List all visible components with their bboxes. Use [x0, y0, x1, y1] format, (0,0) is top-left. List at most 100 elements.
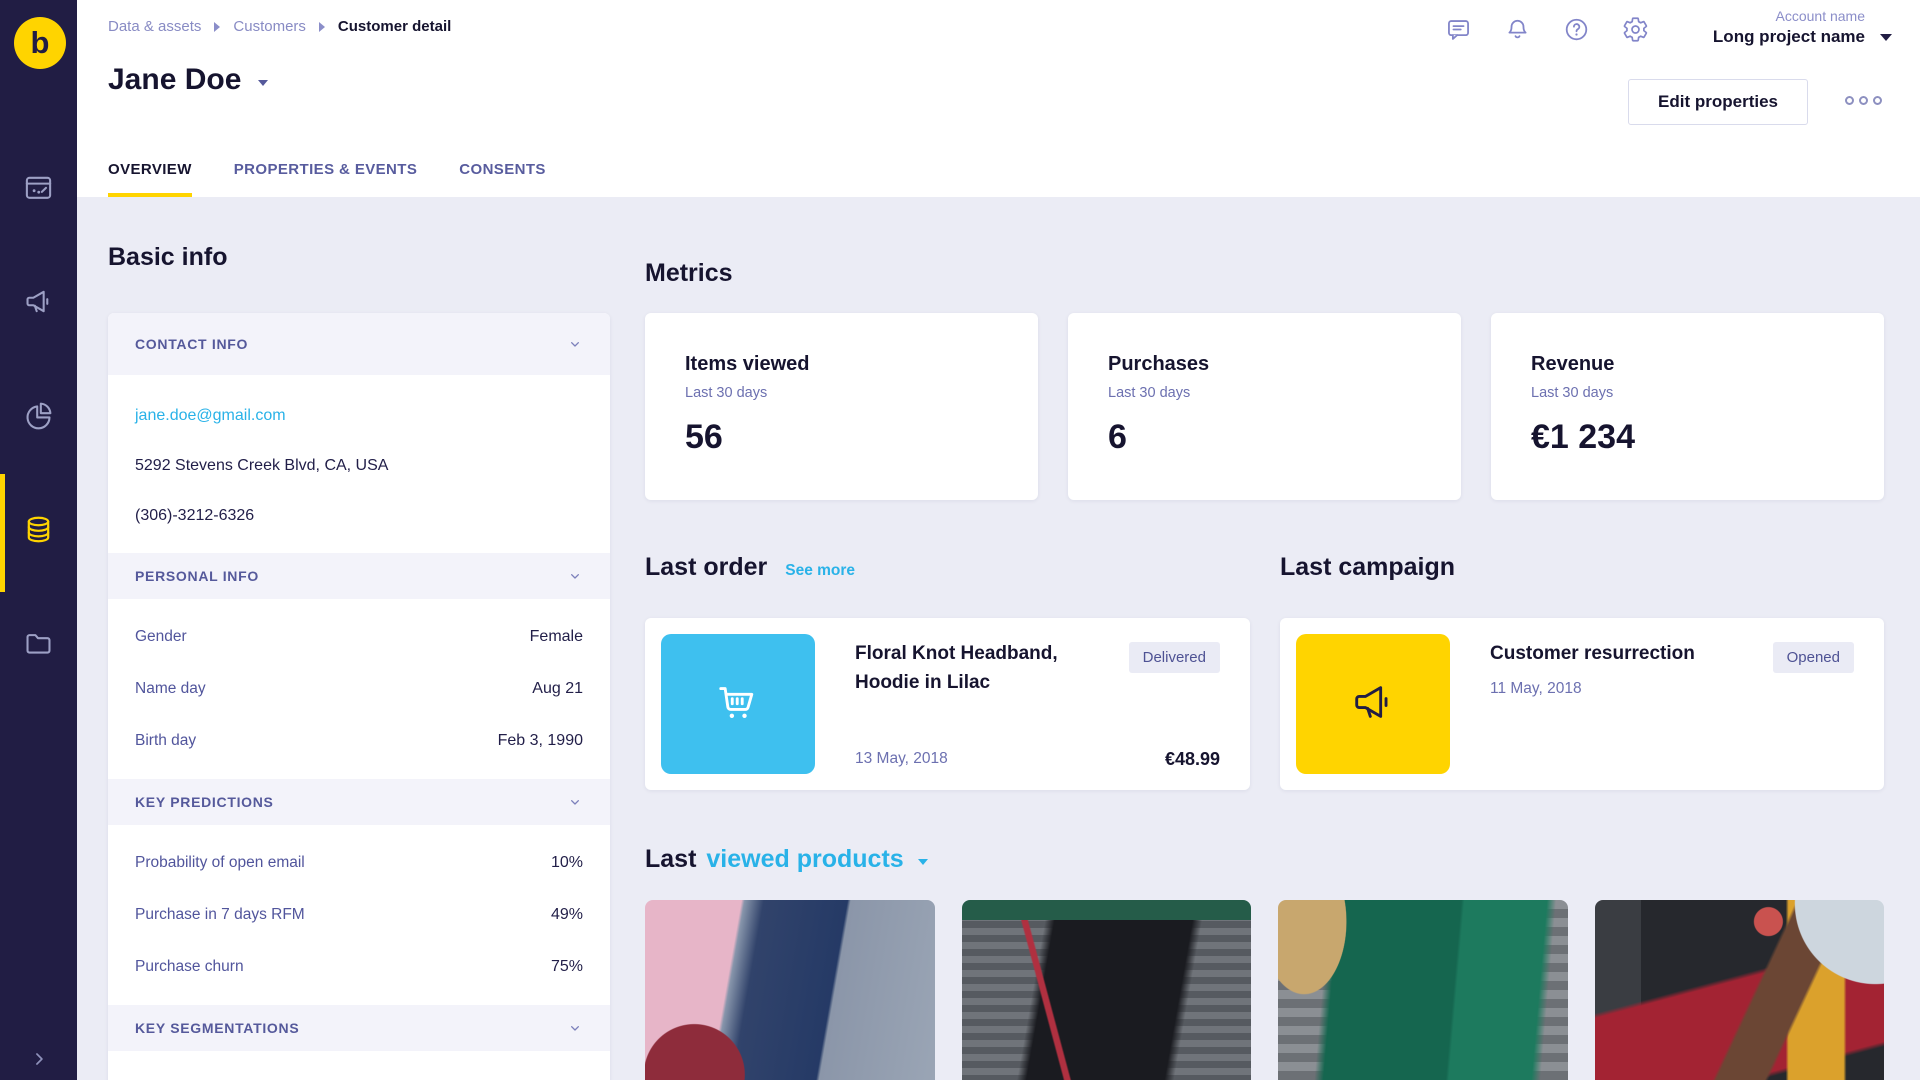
assets-folder-icon [23, 628, 54, 664]
metric-value: 6 [1108, 418, 1127, 456]
chevron-down-icon[interactable] [917, 859, 928, 865]
last-campaign-heading: Last campaign [1280, 553, 1456, 581]
table-row: Probability of open email 10% [135, 837, 583, 889]
key-segmentations-section-header[interactable]: KEY SEGMENTATIONS [108, 1005, 610, 1051]
sidebar-nav [0, 166, 77, 670]
tab-properties-events[interactable]: PROPERTIES & EVENTS [234, 161, 417, 197]
contact-info-title: CONTACT INFO [135, 336, 249, 352]
breadcrumb: Data & assets Customers Customer detail [108, 18, 451, 35]
table-row: Gender Female [135, 611, 583, 663]
metric-title: Purchases [1108, 353, 1210, 375]
row-label: Purchase churn [135, 958, 244, 975]
key-predictions-title: KEY PREDICTIONS [135, 794, 274, 810]
see-more-link[interactable]: See more [785, 562, 855, 580]
last-campaign-card[interactable]: Customer resurrection Opened 11 May, 201… [1280, 618, 1884, 790]
row-value: 10% [550, 854, 583, 871]
data-database-icon [23, 514, 54, 550]
more-options-button[interactable] [1845, 96, 1882, 105]
page-title-row: Jane Doe [108, 63, 269, 97]
personal-info-title: PERSONAL INFO [135, 568, 259, 584]
order-date: 13 May, 2018 [855, 750, 948, 767]
metric-period: Last 30 days [1531, 385, 1614, 401]
customer-phone: (306)-3212-6326 [135, 507, 255, 524]
product-image-3[interactable] [1278, 900, 1568, 1080]
metrics-heading: Metrics [645, 259, 733, 287]
row-label: Gender [135, 628, 187, 645]
last-viewed-prefix: Last [645, 845, 697, 873]
last-order-card[interactable]: Floral Knot Headband, Hoodie in Lilac De… [645, 618, 1250, 790]
personal-info-section-header[interactable]: PERSONAL INFO [108, 553, 610, 599]
order-price: €48.99 [1164, 749, 1220, 769]
order-tile [661, 634, 815, 774]
table-row: Name day Aug 21 [135, 663, 583, 715]
breadcrumb-data-assets[interactable]: Data & assets [108, 18, 201, 35]
campaign-date: 11 May, 2018 [1490, 680, 1582, 697]
metric-value: 56 [685, 418, 723, 456]
dot-icon [1873, 96, 1882, 105]
dot-icon [1845, 96, 1854, 105]
last-viewed-selector[interactable]: viewed products [706, 845, 903, 874]
account-text: Account name Long project name [1713, 8, 1865, 47]
table-row: Birth day Feb 3, 1990 [135, 715, 583, 767]
sidebar-item-campaigns[interactable] [0, 280, 77, 328]
customer-email-link[interactable]: jane.doe@gmail.com [135, 391, 583, 441]
brand-logo-letter: b [30, 25, 50, 60]
campaign-status-badge: Opened [1772, 642, 1854, 673]
main-content: Basic info CONTACT INFO jane.doe@gmail.c… [77, 197, 1920, 1080]
gear-icon[interactable] [1622, 16, 1649, 43]
row-label: Name day [135, 680, 206, 697]
chevron-down-icon [571, 1026, 579, 1031]
campaign-name: Customer resurrection [1490, 643, 1695, 664]
customer-dropdown-caret-icon[interactable] [258, 80, 269, 86]
chevron-down-icon [571, 800, 579, 805]
breadcrumb-separator-icon [214, 21, 221, 32]
breadcrumb-customers[interactable]: Customers [233, 18, 306, 35]
sidebar-item-web-personalization[interactable] [0, 166, 77, 214]
sidebar-item-analytics[interactable] [0, 394, 77, 442]
key-segmentations-title: KEY SEGMENTATIONS [135, 1020, 300, 1036]
help-icon[interactable] [1563, 16, 1590, 43]
basic-info-heading: Basic info [108, 243, 228, 271]
web-personalization-icon [23, 172, 54, 208]
sidebar-collapse-toggle[interactable] [0, 1049, 77, 1074]
last-viewed-heading: Last viewed products [645, 845, 928, 874]
tab-consents[interactable]: CONSENTS [459, 161, 546, 197]
key-predictions-section-header[interactable]: KEY PREDICTIONS [108, 779, 610, 825]
tab-overview[interactable]: OVERVIEW [108, 161, 192, 197]
sidebar: b [0, 0, 77, 1080]
breadcrumb-customer-detail: Customer detail [337, 18, 452, 35]
breadcrumb-separator-icon [318, 21, 325, 32]
edit-properties-button[interactable]: Edit properties [1628, 79, 1808, 125]
metric-card-revenue[interactable]: Revenue Last 30 days €1 234 [1491, 313, 1884, 500]
metric-period: Last 30 days [1108, 385, 1191, 401]
row-value: 49% [550, 906, 583, 923]
row-label: Birth day [135, 732, 197, 749]
key-predictions-rows: Probability of open email 10% Purchase i… [108, 825, 610, 1005]
order-status-badge: Delivered [1128, 642, 1220, 673]
row-value: Feb 3, 1990 [497, 732, 583, 749]
megaphone-icon [1350, 679, 1396, 730]
tabs: OVERVIEW PROPERTIES & EVENTS CONSENTS [108, 161, 546, 197]
contact-info-section-header[interactable]: CONTACT INFO [108, 313, 610, 375]
metric-card-items-viewed[interactable]: Items viewed Last 30 days 56 [645, 313, 1038, 500]
chevron-right-icon [29, 1049, 49, 1074]
brand-logo[interactable]: b [14, 17, 66, 69]
order-product-title: Floral Knot Headband, Hoodie in Lilac [855, 643, 1058, 693]
product-image-2[interactable] [961, 900, 1251, 1080]
metric-value: €1 234 [1531, 418, 1635, 456]
row-label: Purchase in 7 days RFM [135, 906, 305, 923]
account-switcher[interactable]: Account name Long project name [1713, 8, 1892, 47]
metric-card-purchases[interactable]: Purchases Last 30 days 6 [1068, 313, 1461, 500]
sidebar-item-data[interactable] [0, 474, 77, 592]
metric-title: Items viewed [685, 353, 810, 375]
row-value: Aug 21 [532, 680, 583, 697]
bell-icon[interactable] [1504, 16, 1531, 43]
product-image-4[interactable] [1594, 900, 1884, 1080]
table-row: Purchase churn 75% [135, 941, 583, 993]
account-name-label: Account name [1775, 8, 1866, 24]
row-value: 75% [550, 958, 583, 975]
product-image-1[interactable] [645, 900, 935, 1080]
chat-icon[interactable] [1445, 16, 1472, 43]
last-order-heading: Last order [645, 553, 768, 581]
sidebar-item-assets[interactable] [0, 622, 77, 670]
